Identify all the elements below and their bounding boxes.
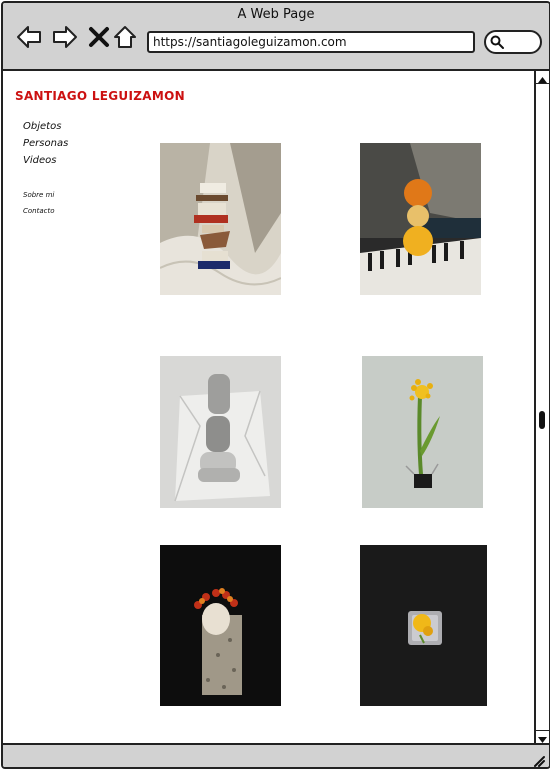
page-content: SANTIAGO LEGUIZAMON Objetos Personas Vid… [3,71,533,743]
close-icon[interactable] [85,23,113,51]
status-bar [3,743,549,767]
search-icon [490,35,504,49]
site-title[interactable]: SANTIAGO LEGUIZAMON [15,89,185,103]
primary-nav: Objetos Personas Videos [23,121,68,172]
gallery-photo[interactable] [160,356,281,508]
resize-grip-icon[interactable] [531,753,545,767]
gallery-photo[interactable] [160,143,281,295]
url-input[interactable]: https://santiagoleguizamon.com [147,31,475,53]
home-icon[interactable] [111,23,139,51]
gallery-photo[interactable] [362,356,483,508]
arrow-right-icon[interactable] [51,23,79,51]
vertical-scrollbar[interactable] [534,71,549,743]
nav-item-sobre-mi[interactable]: Sobre mi [23,191,55,199]
search-input[interactable] [484,30,542,54]
nav-item-videos[interactable]: Videos [23,155,68,169]
scrollbar-thumb[interactable] [539,411,545,429]
window-title: A Web Page [237,7,315,22]
gallery-photo[interactable] [160,545,281,706]
browser-window: A Web Page https://santiagoleguizamon.co… [1,1,550,769]
nav-item-personas[interactable]: Personas [23,138,68,152]
scroll-up-button[interactable] [536,71,549,84]
nav-item-objetos[interactable]: Objetos [23,121,68,135]
scroll-down-button[interactable] [536,730,549,743]
secondary-nav: Sobre mi Contacto [23,191,55,223]
nav-item-contacto[interactable]: Contacto [23,207,55,215]
browser-toolbar: A Web Page https://santiagoleguizamon.co… [3,3,549,71]
arrow-left-icon[interactable] [15,23,43,51]
gallery-photo[interactable] [360,545,487,706]
gallery-photo[interactable] [360,143,481,295]
